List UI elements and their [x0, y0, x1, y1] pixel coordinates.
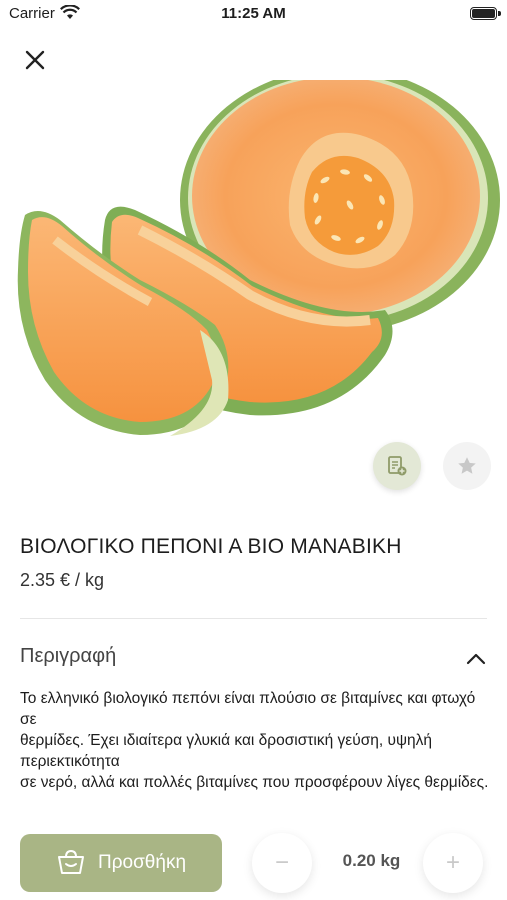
description-text: Το ελληνικό βιολογικό πεπόνι είναι πλούσ… [20, 690, 489, 791]
add-to-cart-label: Προσθήκη [97, 852, 187, 873]
status-bar: Carrier 11:25 AM [0, 0, 507, 28]
product-price: 2.35 € / kg [20, 570, 105, 590]
increase-quantity-button[interactable]: + [423, 833, 483, 893]
quantity-value: 0.20 kg [342, 851, 401, 870]
add-note-button[interactable] [373, 442, 421, 490]
divider [20, 618, 487, 619]
basket-icon [56, 850, 86, 876]
battery-tip [498, 11, 501, 16]
battery-icon [470, 7, 497, 20]
description-heading[interactable]: Περιγραφή [20, 645, 116, 668]
cantaloupe-melon-image [17, 68, 500, 436]
product-image [0, 68, 507, 455]
decrease-quantity-button[interactable]: − [252, 833, 312, 893]
close-button[interactable] [20, 45, 50, 75]
status-time: 11:25 AM [221, 5, 286, 22]
close-icon [25, 50, 45, 70]
favorite-button[interactable] [443, 442, 491, 490]
star-icon [458, 457, 476, 474]
chevron-up-icon[interactable] [462, 645, 490, 673]
product-title: ΒΙΟΛΟΓΙΚΟ ΠΕΠΟΝΙ Α ΒΙΟ ΜΑΝΑΒΙΚΗ [20, 535, 402, 558]
add-note-icon [388, 456, 407, 476]
add-to-cart-button[interactable]: Προσθήκη [20, 834, 222, 892]
